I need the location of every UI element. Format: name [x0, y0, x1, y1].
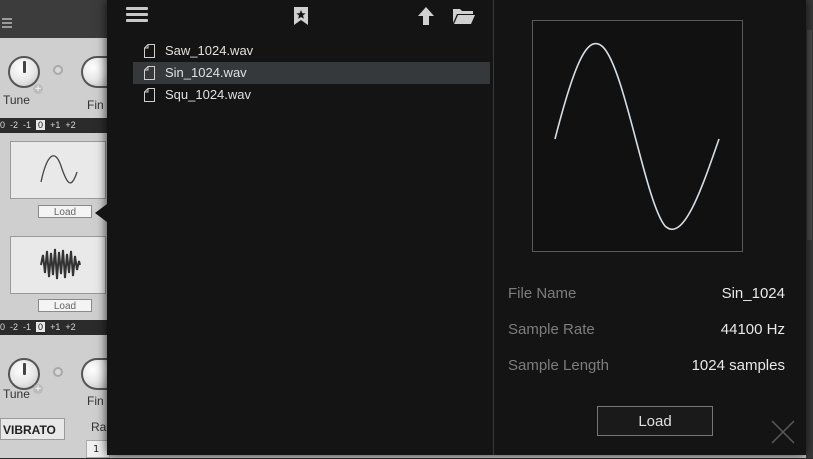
file-name-label: File Name — [508, 285, 577, 302]
rate-label: Ra — [91, 420, 107, 434]
tab-vibrato[interactable]: VIBRATO — [0, 418, 65, 440]
list-item[interactable]: Saw_1024.wav — [133, 40, 490, 62]
browser-toolbar — [107, 0, 492, 34]
semitone-option[interactable]: -1 — [23, 120, 31, 130]
link-dot — [53, 367, 63, 377]
file-name-value: Sin_1024 — [721, 285, 785, 302]
up-arrow-icon[interactable] — [417, 6, 435, 26]
mod-dot: + — [33, 84, 43, 94]
list-item-selected[interactable]: Sin_1024.wav — [133, 62, 490, 84]
folder-icon[interactable] — [452, 7, 476, 25]
tune-label: Tune — [3, 387, 30, 401]
file-name: Sin_1024.wav — [165, 65, 247, 80]
thumbnail-load-button[interactable]: Load — [38, 299, 92, 312]
semitone-option[interactable]: +1 — [50, 322, 60, 332]
scrollbar-thumb[interactable] — [807, 30, 812, 240]
scrollbar[interactable] — [806, 0, 813, 458]
bookmark-star-icon[interactable] — [293, 6, 309, 26]
link-dot — [53, 65, 63, 75]
load-button[interactable]: Load — [597, 406, 713, 436]
document-icon — [144, 88, 155, 102]
waveform-preview — [532, 20, 743, 252]
sample-rate-label: Sample Rate — [508, 321, 595, 338]
sample-length-label: Sample Length — [508, 357, 609, 374]
file-list: Saw_1024.wav Sin_1024.wav Squ_1024.wav — [133, 40, 490, 106]
tune-label: Tune — [3, 93, 30, 107]
fine-knob[interactable] — [81, 358, 108, 390]
sine-waveform — [554, 42, 720, 230]
semitone-option[interactable]: 0 — [0, 322, 5, 332]
semitone-selector[interactable]: 0 -2 -1 0 +1 +2 — [0, 118, 108, 133]
mod-dot: + — [33, 384, 43, 394]
menu-icon[interactable] — [126, 7, 148, 25]
fine-knob[interactable] — [81, 56, 108, 88]
semitone-option[interactable]: +1 — [50, 120, 60, 130]
document-icon — [144, 44, 155, 58]
semitone-option[interactable]: +2 — [65, 120, 75, 130]
waveform-thumbnail[interactable] — [10, 141, 106, 199]
fine-label: Fin — [87, 394, 104, 408]
semitone-option-selected[interactable]: 0 — [36, 120, 46, 130]
semitone-option[interactable]: -2 — [10, 120, 18, 130]
semitone-option[interactable]: -2 — [10, 322, 18, 332]
semitone-option-selected[interactable]: 0 — [36, 322, 46, 332]
menu-icon[interactable] — [2, 18, 12, 28]
sample-length-value: 1024 samples — [691, 357, 785, 374]
list-item[interactable]: Squ_1024.wav — [133, 84, 490, 106]
semitone-selector[interactable]: 0 -2 -1 0 +1 +2 — [0, 320, 108, 335]
close-icon[interactable] — [769, 418, 797, 446]
waveform-thumbnail[interactable] — [10, 236, 106, 294]
fine-label: Fin — [87, 98, 104, 112]
semitone-option[interactable]: +2 — [65, 322, 75, 332]
document-icon — [144, 66, 155, 80]
pane-divider — [493, 0, 494, 455]
file-name: Saw_1024.wav — [165, 43, 254, 58]
thumbnail-load-button[interactable]: Load — [38, 205, 92, 218]
popup-pointer — [95, 204, 107, 222]
sample-rate-value: 44100 Hz — [720, 321, 785, 338]
semitone-option[interactable]: -1 — [23, 322, 31, 332]
file-browser-popup: Saw_1024.wav Sin_1024.wav Squ_1024.wav F… — [107, 0, 806, 455]
noise-wave-icon — [40, 248, 81, 280]
semitone-option[interactable]: 0 — [0, 120, 5, 130]
sine-wave-icon — [40, 155, 78, 184]
file-name: Squ_1024.wav — [165, 87, 252, 102]
